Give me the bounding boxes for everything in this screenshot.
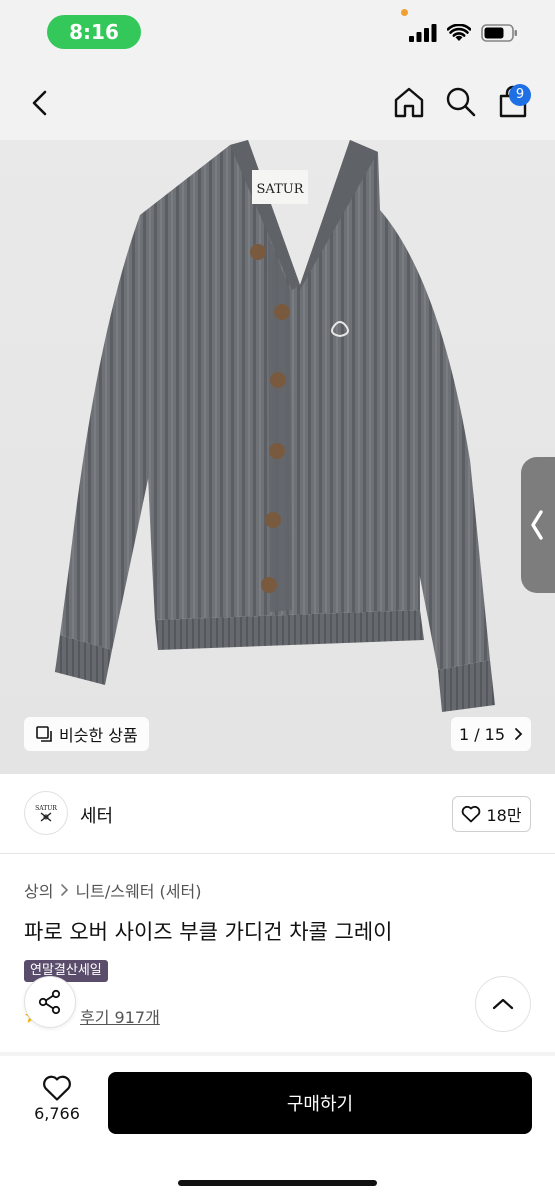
search-icon[interactable] [444,85,478,119]
wishlist-button[interactable]: 6,766 [28,1074,86,1123]
scroll-top-button[interactable] [475,976,531,1032]
status-bar: 8:16 [0,0,555,66]
nav-bar [0,66,555,140]
back-chevron-icon[interactable] [24,86,58,120]
product-title: 파로 오버 사이즈 부클 가디건 차콜 그레이 [24,920,393,944]
image-page-indicator[interactable]: 1 / 15 [451,717,531,751]
breadcrumb-item-category[interactable]: 니트/스웨터 (세터) [75,878,201,902]
similar-items-icon [36,726,52,742]
similar-products-label: 비슷한 상품 [59,726,138,745]
review-count-link[interactable]: 후기 917개 [80,1004,160,1028]
chevron-left-icon [531,510,543,540]
brand-logo-text: SATUR [35,804,57,812]
brand-emblem-icon [40,811,52,822]
similar-products-button[interactable]: 비슷한 상품 [24,717,149,751]
side-panel-handle[interactable] [521,457,555,593]
share-icon [38,989,61,1015]
brand-logo[interactable]: SATUR [24,791,68,835]
status-icons [409,24,519,42]
product-image[interactable]: SATUR [0,140,555,774]
brand-like-count: 18만 [486,806,522,825]
page-indicator-text: 1 / 15 [458,724,506,744]
chevron-up-icon [492,998,514,1010]
chevron-right-icon [61,884,69,896]
status-time: 8:16 [47,15,141,49]
brand-row: SATUR 세터 18만 [0,774,555,854]
heart-icon [462,805,481,823]
chevron-right-icon [515,728,523,740]
cart-count-badge: 9 [509,84,531,106]
cardigan-photo: SATUR [55,140,495,712]
recording-dot [401,9,408,16]
buy-button[interactable]: 구매하기 [108,1072,532,1134]
battery-icon [481,24,517,42]
breadcrumb-item-top[interactable]: 상의 [24,878,53,902]
home-icon[interactable] [392,85,426,119]
bottom-bar: 6,766 구매하기 [0,1056,555,1200]
wifi-icon [447,24,471,41]
cellular-signal-icon [409,24,437,42]
heart-icon [43,1075,71,1101]
brand-label-text: SATUR [257,182,305,197]
home-indicator [178,1180,377,1186]
share-button[interactable] [24,976,76,1028]
breadcrumb: 상의 니트/스웨터 (세터) [24,878,201,902]
brand-name[interactable]: 세터 [80,802,113,828]
wishlist-count: 6,766 [34,1104,80,1123]
brand-like-button[interactable]: 18만 [452,796,531,832]
